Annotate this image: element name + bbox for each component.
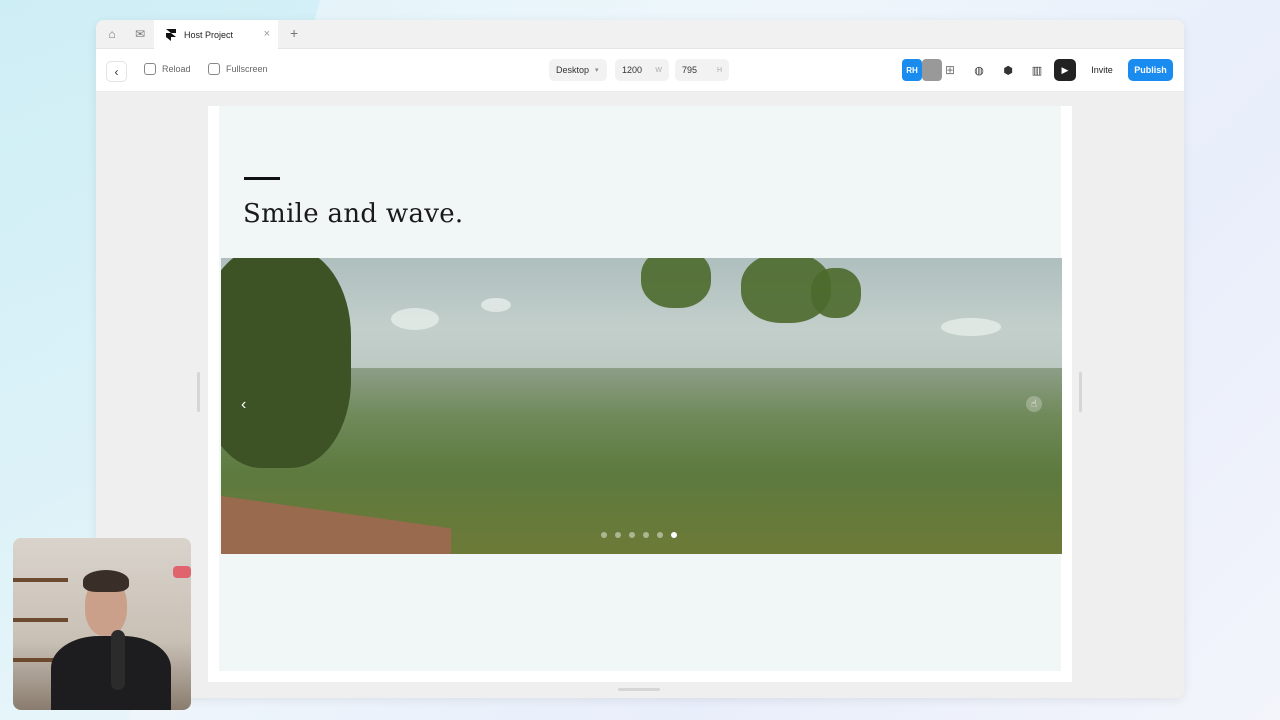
preview-toolbar: ‹ Reload Fullscreen Desktop ▾ 1200 W 795…: [96, 49, 1184, 92]
home-icon[interactable]: ⌂: [104, 26, 120, 42]
bottom-resize-handle[interactable]: [618, 688, 660, 691]
back-button[interactable]: ‹: [106, 61, 127, 82]
slide-cloud: [941, 318, 1001, 336]
pointer-cursor-icon: ☝: [1030, 398, 1038, 410]
slide-tree: [221, 258, 351, 468]
slide-leaves: [641, 258, 711, 308]
reload-icon: [144, 63, 156, 75]
height-value: 795: [682, 65, 698, 75]
slide-dot-3[interactable]: [629, 532, 635, 538]
invite-button[interactable]: Invite: [1084, 59, 1120, 81]
slide-cloud: [481, 298, 511, 312]
slideshow-dots: [601, 532, 677, 538]
app-window: ⌂ ✉ Host Project × + ‹ Reload Fullscreen…: [96, 20, 1184, 698]
webcam-shelf: [13, 618, 68, 622]
slide-dot-2[interactable]: [615, 532, 621, 538]
tab-bar: ⌂ ✉ Host Project × +: [96, 20, 1184, 49]
slide-dot-1[interactable]: [601, 532, 607, 538]
preview-canvas: Smile and wave. ‹ ☝: [96, 92, 1184, 698]
play-button[interactable]: ▶: [1054, 59, 1076, 81]
reload-button[interactable]: Reload: [144, 63, 191, 75]
chevron-left-icon: ‹: [114, 64, 119, 79]
framer-logo-icon: [166, 28, 176, 41]
slideshow-prev-button[interactable]: ‹: [241, 396, 246, 414]
tab-host-project[interactable]: Host Project ×: [154, 20, 278, 49]
user-avatar-badge[interactable]: RH: [902, 59, 922, 81]
slideshow-next-button[interactable]: ☝: [1026, 396, 1042, 412]
slide-cloud: [391, 308, 439, 330]
slide-leaves: [811, 268, 861, 318]
webcam-light: [173, 566, 191, 578]
right-resize-handle[interactable]: [1079, 372, 1082, 412]
width-unit: W: [655, 66, 662, 74]
publish-button[interactable]: Publish: [1128, 59, 1173, 81]
reload-label: Reload: [162, 64, 191, 74]
slide-dot-5[interactable]: [657, 532, 663, 538]
height-field[interactable]: 795 H: [675, 59, 729, 81]
collaborator-group-icon[interactable]: ⊞: [942, 59, 958, 81]
page-headline: Smile and wave.: [243, 199, 464, 229]
tab-title: Host Project: [184, 29, 234, 40]
fullscreen-label: Fullscreen: [226, 64, 268, 74]
tab-close-icon[interactable]: ×: [264, 28, 270, 40]
left-resize-handle[interactable]: [197, 372, 200, 412]
breakpoint-value: Desktop: [556, 65, 590, 75]
person-hair: [83, 570, 129, 592]
webcam-shelf: [13, 578, 68, 582]
slide-dot-6[interactable]: [671, 532, 677, 538]
width-value: 1200: [622, 65, 643, 75]
fullscreen-button[interactable]: Fullscreen: [208, 63, 268, 75]
globe-icon[interactable]: ◍: [969, 59, 989, 81]
headline-rule: [244, 177, 280, 180]
inbox-icon[interactable]: ✉: [132, 26, 148, 42]
height-unit: H: [716, 66, 722, 74]
breakpoint-select[interactable]: Desktop ▾: [549, 59, 607, 81]
microphone: [111, 630, 125, 690]
fullscreen-icon: [208, 63, 220, 75]
new-tab-button[interactable]: +: [290, 25, 298, 41]
collaborator-avatar[interactable]: [922, 59, 942, 81]
width-field[interactable]: 1200 W: [615, 59, 669, 81]
chevron-down-icon: ▾: [595, 67, 599, 74]
settings-icon[interactable]: ⬢: [998, 59, 1018, 81]
webcam-overlay: [13, 538, 191, 710]
play-icon: ▶: [1061, 64, 1069, 75]
analytics-icon[interactable]: ▥: [1027, 59, 1047, 81]
preview-frame: Smile and wave. ‹ ☝: [208, 106, 1072, 682]
image-slideshow[interactable]: ‹ ☝: [221, 258, 1062, 554]
slide-dot-4[interactable]: [643, 532, 649, 538]
